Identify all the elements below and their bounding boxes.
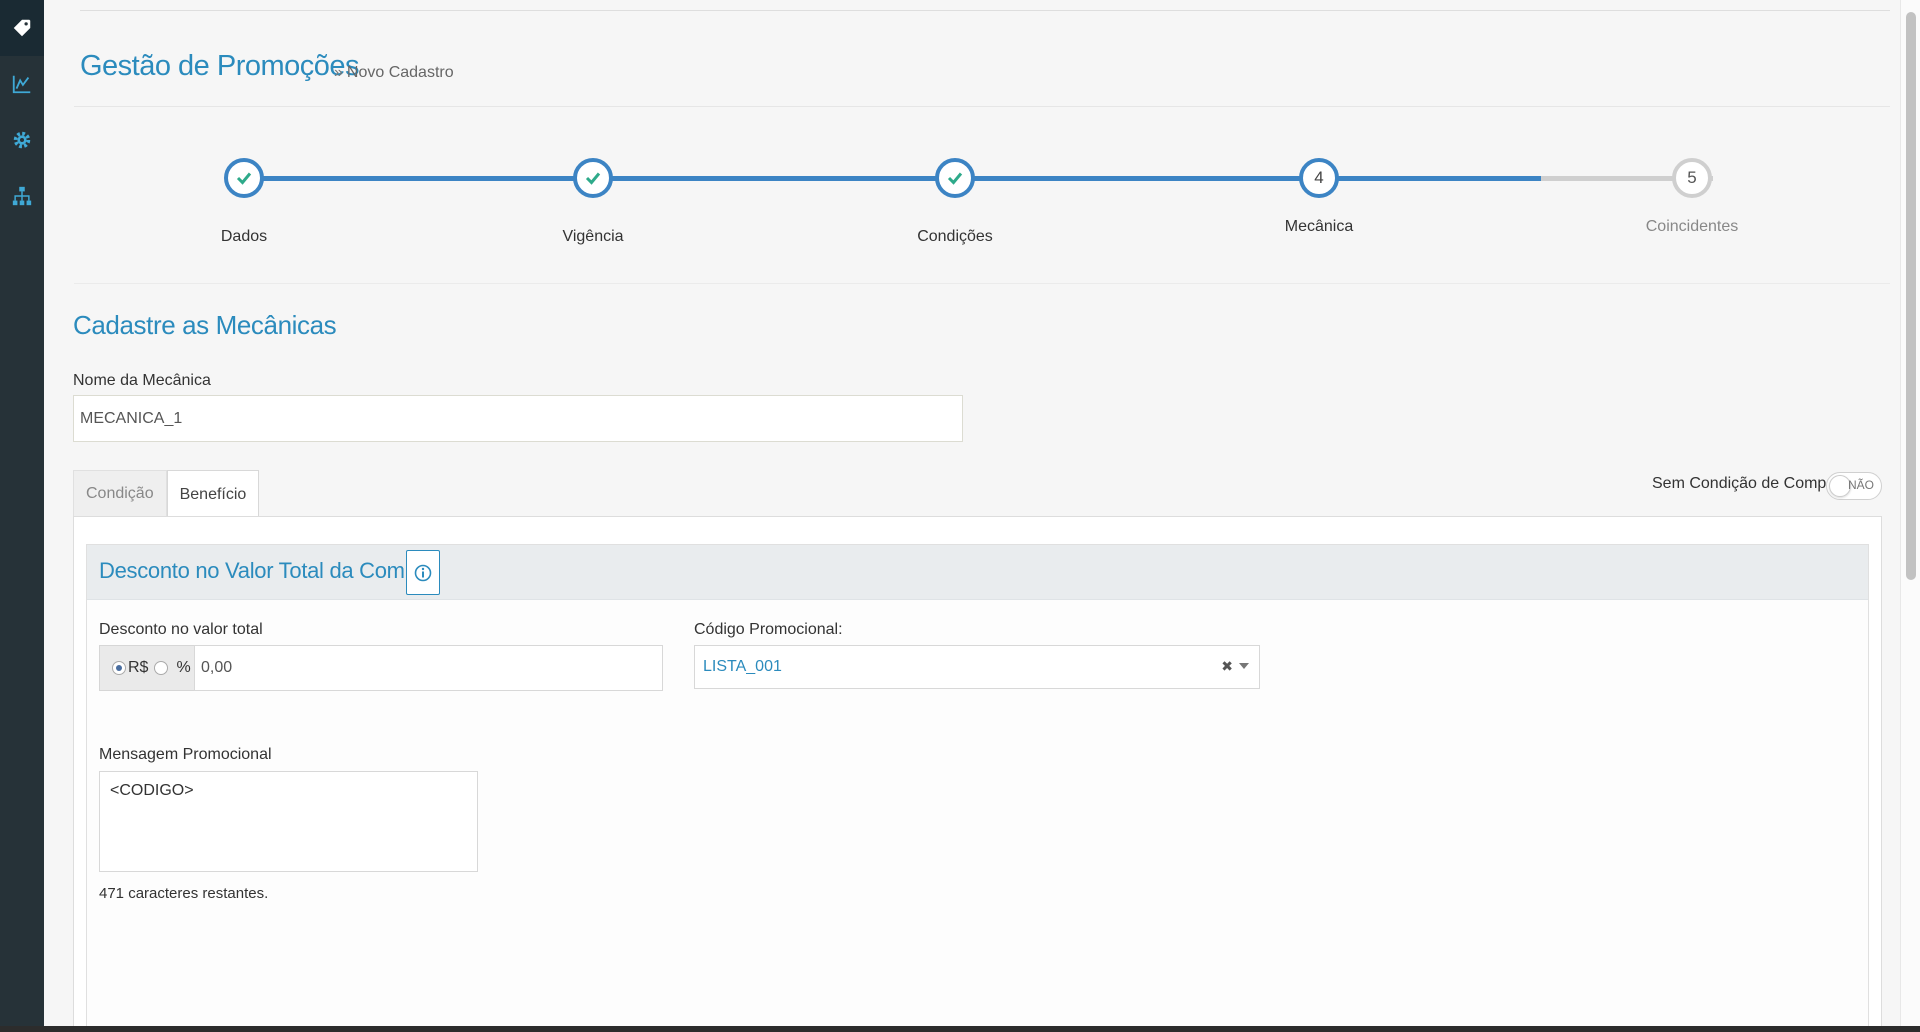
promo-message-textarea[interactable]: <CODIGO> bbox=[99, 771, 478, 872]
info-button[interactable] bbox=[406, 550, 440, 595]
step-1-circle[interactable] bbox=[224, 158, 264, 198]
step-5-label: Coincidentes bbox=[1645, 218, 1739, 235]
discount-card-title: Desconto no Valor Total da Compra bbox=[99, 558, 436, 583]
chars-remaining: 471 caracteres restantes. bbox=[99, 885, 269, 902]
percent-radio[interactable] bbox=[154, 661, 169, 675]
no-purchase-condition-label: Sem Condição de Compra bbox=[1652, 475, 1841, 492]
mechanic-name-input[interactable]: MECANICA_1 bbox=[73, 395, 963, 442]
step-2-circle[interactable] bbox=[573, 158, 613, 198]
check-icon bbox=[236, 172, 252, 185]
currency-option-label: R$ bbox=[128, 659, 149, 676]
page-title: Gestão de Promoções bbox=[80, 50, 360, 82]
breadcrumb: » Novo Cadastro bbox=[334, 64, 454, 82]
check-icon bbox=[585, 172, 601, 185]
step-4-label: Mecânica bbox=[1284, 218, 1354, 235]
tab-beneficio[interactable]: Benefício bbox=[166, 470, 260, 518]
promo-message-label: Mensagem Promocional bbox=[99, 746, 272, 763]
scrollbar-thumb[interactable] bbox=[1906, 12, 1916, 580]
main-content: Gestão de Promoções » Novo Cadastro Dados… bbox=[44, 0, 1900, 1027]
org-chart-icon bbox=[12, 186, 32, 206]
step-2-label: Vigência bbox=[562, 228, 624, 245]
gear-icon bbox=[13, 131, 31, 149]
vertical-scrollbar[interactable] bbox=[1900, 0, 1920, 1026]
promo-code-label: Código Promocional: bbox=[694, 621, 843, 638]
sidebar bbox=[0, 0, 44, 1027]
currency-radio[interactable] bbox=[112, 661, 126, 675]
discount-label: Desconto no valor total bbox=[99, 621, 263, 638]
tag-icon bbox=[13, 19, 31, 37]
check-icon bbox=[947, 172, 963, 185]
step-4-circle[interactable]: 4 bbox=[1299, 158, 1339, 198]
header-divider bbox=[74, 106, 1890, 107]
mechanic-name-label: Nome da Mecânica bbox=[73, 372, 211, 389]
wizard-stepper: Dados Vigência Condições 4 Mecânica 5 Co… bbox=[44, 140, 1900, 260]
tab-bar: Condição Benefício bbox=[73, 470, 260, 518]
sidebar-item-settings[interactable] bbox=[0, 112, 44, 168]
clear-icon[interactable]: ✖ bbox=[1221, 658, 1233, 675]
step-3-label: Condições bbox=[917, 228, 993, 245]
section-title: Cadastre as Mecânicas bbox=[73, 310, 337, 340]
top-divider bbox=[80, 10, 1890, 11]
bottom-edge bbox=[0, 1026, 1920, 1032]
promo-code-value: LISTA_001 bbox=[703, 658, 782, 675]
step-1-label: Dados bbox=[220, 228, 268, 245]
toggle-state: NÃO bbox=[1847, 478, 1874, 492]
discount-value-input[interactable]: 0,00 bbox=[194, 645, 663, 691]
line-chart-icon bbox=[12, 75, 31, 94]
benefit-panel: Desconto no Valor Total da Compra Descon… bbox=[73, 516, 1882, 1027]
no-purchase-condition-toggle[interactable]: NÃO bbox=[1826, 472, 1882, 500]
chevron-down-icon[interactable] bbox=[1239, 663, 1249, 669]
tab-condicao[interactable]: Condição bbox=[73, 470, 167, 517]
discount-type-selector: R$ % bbox=[99, 645, 195, 691]
breadcrumb-separator: » bbox=[334, 64, 343, 81]
percent-option-label: % bbox=[176, 659, 191, 676]
step-3-circle[interactable] bbox=[935, 158, 975, 198]
step-5-circle[interactable]: 5 bbox=[1672, 158, 1712, 198]
info-icon bbox=[414, 564, 432, 581]
breadcrumb-current: Novo Cadastro bbox=[346, 64, 454, 81]
stepper-divider bbox=[74, 283, 1890, 284]
stepper-progress-line bbox=[244, 176, 1541, 181]
sidebar-item-hierarchy[interactable] bbox=[0, 168, 44, 224]
discount-card: Desconto no Valor Total da Compra Descon… bbox=[86, 544, 1869, 1027]
discount-card-header: Desconto no Valor Total da Compra bbox=[87, 545, 1868, 600]
sidebar-item-reports[interactable] bbox=[0, 56, 44, 112]
promo-code-select[interactable]: LISTA_001 ✖ bbox=[694, 645, 1260, 689]
sidebar-item-promotions[interactable] bbox=[0, 0, 44, 56]
